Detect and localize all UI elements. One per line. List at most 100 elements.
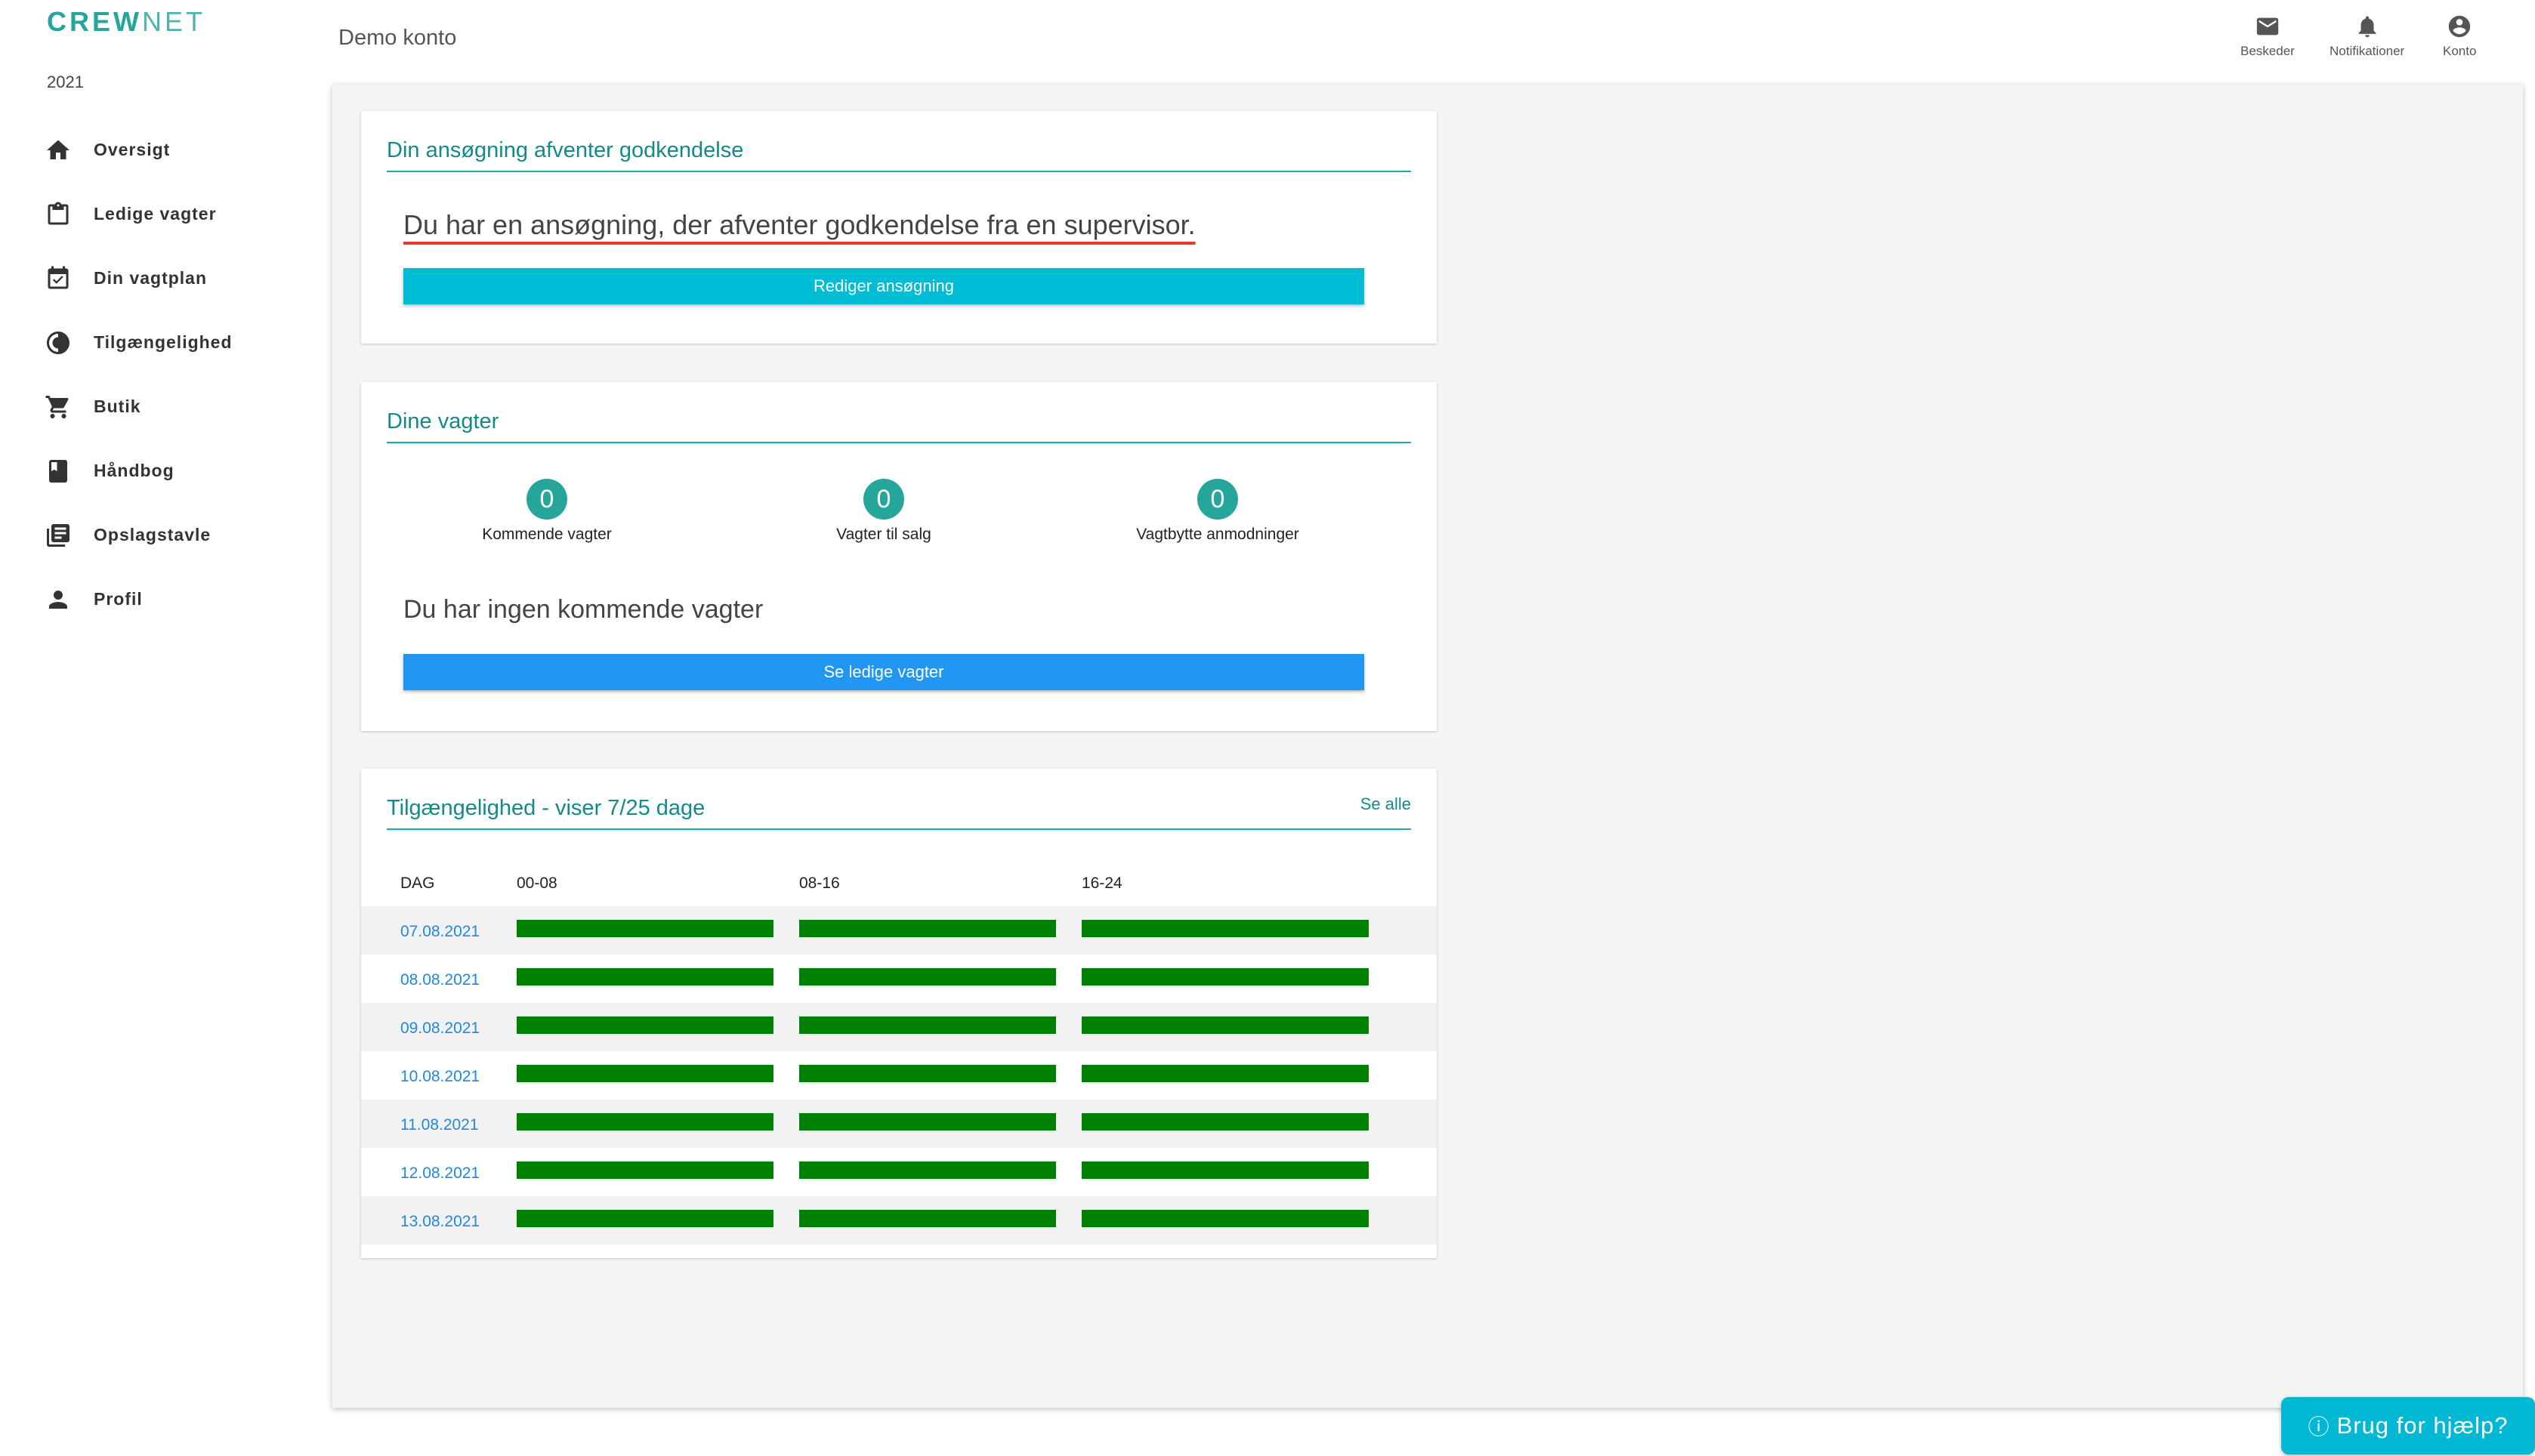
sidebar-item-din-vagtplan[interactable]: Din vagtplan bbox=[0, 246, 332, 310]
shifts-card: Dine vagter 0 Kommende vagter 0 Vagter t… bbox=[361, 382, 1437, 731]
availability-date-link[interactable]: 10.08.2021 bbox=[400, 1068, 480, 1086]
availability-date-link[interactable]: 08.08.2021 bbox=[400, 971, 480, 989]
stat-upcoming-shifts[interactable]: 0 Kommende vagter bbox=[449, 479, 645, 544]
availability-slot-bar[interactable] bbox=[1082, 968, 1369, 986]
page-title: Demo konto bbox=[338, 26, 457, 50]
sidebar-item-label: Ledige vagter bbox=[94, 204, 217, 224]
pending-application-text: Du har en ansøgning, der afventer godken… bbox=[403, 209, 1196, 240]
stat-shifts-for-sale[interactable]: 0 Vagter til salg bbox=[786, 479, 982, 544]
availability-slot-bar[interactable] bbox=[799, 1016, 1056, 1034]
title-divider bbox=[387, 171, 1411, 172]
account-label: Konto bbox=[2443, 44, 2477, 58]
availability-slot-bar[interactable] bbox=[1082, 1113, 1369, 1131]
column-header-16-24: 16-24 bbox=[1082, 875, 1122, 892]
stat-label: Vagtbytte anmodninger bbox=[1136, 526, 1299, 543]
no-upcoming-shifts-text: Du har ingen kommende vagter bbox=[403, 595, 764, 624]
availability-slot-bar[interactable] bbox=[799, 1113, 1056, 1131]
column-header-00-08: 00-08 bbox=[517, 875, 557, 892]
count-badge: 0 bbox=[526, 479, 567, 520]
sidebar-nav: Oversigt Ledige vagter Din vagtplan Tilg… bbox=[0, 118, 332, 631]
availability-row: 11.08.2021 bbox=[361, 1100, 1437, 1148]
availability-slot-bar[interactable] bbox=[799, 1161, 1056, 1179]
year-label: 2021 bbox=[47, 72, 84, 91]
availability-slot-bar[interactable] bbox=[517, 920, 773, 937]
sidebar-item-opslagstavle[interactable]: Opslagstavle bbox=[0, 503, 332, 567]
count-badge: 0 bbox=[1197, 479, 1238, 520]
account-button[interactable]: Konto bbox=[2443, 14, 2476, 59]
help-button[interactable]: ⓘ Brug for hjælp? bbox=[2281, 1397, 2535, 1454]
mail-icon bbox=[2256, 17, 2279, 35]
availability-slot-bar[interactable] bbox=[1082, 1016, 1369, 1034]
crewnet-logo[interactable]: CREWNET bbox=[47, 6, 205, 38]
home-icon bbox=[44, 136, 73, 165]
availability-card: Tilgængelighed - viser 7/25 dage Se alle… bbox=[361, 769, 1437, 1258]
availability-slot-bar[interactable] bbox=[799, 920, 1056, 937]
contrast-icon bbox=[44, 329, 73, 357]
column-header-08-16: 08-16 bbox=[799, 875, 840, 892]
see-available-shifts-button[interactable]: Se ledige vagter bbox=[403, 654, 1364, 690]
availability-row: 07.08.2021 bbox=[361, 906, 1437, 955]
messages-button[interactable]: Beskeder bbox=[2240, 14, 2295, 59]
sidebar-item-butik[interactable]: Butik bbox=[0, 375, 332, 439]
application-card: Din ansøgning afventer godkendelse Du ha… bbox=[361, 111, 1437, 344]
cart-icon bbox=[44, 393, 73, 421]
main-content: Din ansøgning afventer godkendelse Du ha… bbox=[332, 85, 2523, 1408]
availability-row: 12.08.2021 bbox=[361, 1148, 1437, 1196]
availability-slot-bar[interactable] bbox=[799, 1210, 1056, 1227]
availability-slot-bar[interactable] bbox=[517, 968, 773, 986]
availability-date-link[interactable]: 07.08.2021 bbox=[400, 923, 480, 941]
availability-slot-bar[interactable] bbox=[517, 1065, 773, 1082]
sidebar-item-oversigt[interactable]: Oversigt bbox=[0, 118, 332, 182]
availability-row: 08.08.2021 bbox=[361, 955, 1437, 1003]
sidebar-item-label: Profil bbox=[94, 589, 143, 609]
stat-shift-swap-requests[interactable]: 0 Vagtbytte anmodninger bbox=[1119, 479, 1316, 544]
book-icon bbox=[44, 457, 73, 486]
messages-label: Beskeder bbox=[2240, 44, 2295, 58]
sidebar-item-label: Opslagstavle bbox=[94, 525, 212, 544]
sidebar-item-label: Oversigt bbox=[94, 140, 171, 159]
see-all-link[interactable]: Se alle bbox=[1360, 794, 1411, 814]
account-circle-icon bbox=[2449, 15, 2471, 38]
calendar-check-icon bbox=[44, 264, 73, 293]
shifts-card-title: Dine vagter bbox=[387, 409, 499, 433]
column-header-day: DAG bbox=[400, 875, 435, 892]
application-card-title: Din ansøgning afventer godkendelse bbox=[387, 138, 744, 162]
availability-slot-bar[interactable] bbox=[517, 1161, 773, 1179]
sidebar-item-label: Håndbog bbox=[94, 461, 174, 480]
availability-row: 13.08.2021 bbox=[361, 1196, 1437, 1245]
availability-date-link[interactable]: 13.08.2021 bbox=[400, 1213, 480, 1231]
sidebar-item-haandbog[interactable]: Håndbog bbox=[0, 439, 332, 503]
help-label: Brug for hjælp? bbox=[2336, 1412, 2509, 1439]
availability-slot-bar[interactable] bbox=[517, 1210, 773, 1227]
availability-slot-bar[interactable] bbox=[1082, 1210, 1369, 1227]
sidebar-item-ledige-vagter[interactable]: Ledige vagter bbox=[0, 182, 332, 246]
availability-slot-bar[interactable] bbox=[1082, 920, 1369, 937]
availability-row: 10.08.2021 bbox=[361, 1051, 1437, 1100]
availability-slot-bar[interactable] bbox=[1082, 1161, 1369, 1179]
availability-date-link[interactable]: 11.08.2021 bbox=[400, 1116, 479, 1134]
availability-row: 09.08.2021 bbox=[361, 1003, 1437, 1051]
sidebar-item-label: Tilgængelighed bbox=[94, 332, 233, 352]
notifications-button[interactable]: Notifikationer bbox=[2330, 14, 2404, 59]
person-icon bbox=[44, 585, 73, 614]
availability-slot-bar[interactable] bbox=[799, 968, 1056, 986]
availability-slot-bar[interactable] bbox=[517, 1016, 773, 1034]
availability-slot-bar[interactable] bbox=[799, 1065, 1056, 1082]
availability-slot-bar[interactable] bbox=[517, 1113, 773, 1131]
board-icon bbox=[44, 521, 73, 550]
sidebar-item-label: Butik bbox=[94, 396, 141, 416]
sidebar-item-profil[interactable]: Profil bbox=[0, 567, 332, 631]
clipboard-icon bbox=[44, 200, 73, 229]
stat-label: Kommende vagter bbox=[482, 526, 612, 543]
stat-label: Vagter til salg bbox=[836, 526, 931, 543]
count-badge: 0 bbox=[863, 479, 904, 520]
availability-date-link[interactable]: 12.08.2021 bbox=[400, 1164, 480, 1183]
availability-date-link[interactable]: 09.08.2021 bbox=[400, 1020, 480, 1038]
title-divider bbox=[387, 828, 1411, 830]
sidebar-item-tilgaengelighed[interactable]: Tilgængelighed bbox=[0, 310, 332, 375]
notifications-label: Notifikationer bbox=[2330, 44, 2405, 58]
edit-application-button[interactable]: Rediger ansøgning bbox=[403, 268, 1364, 304]
availability-slot-bar[interactable] bbox=[1082, 1065, 1369, 1082]
sidebar-item-label: Din vagtplan bbox=[94, 268, 208, 288]
help-circle-icon: ⓘ bbox=[2308, 1415, 2330, 1439]
